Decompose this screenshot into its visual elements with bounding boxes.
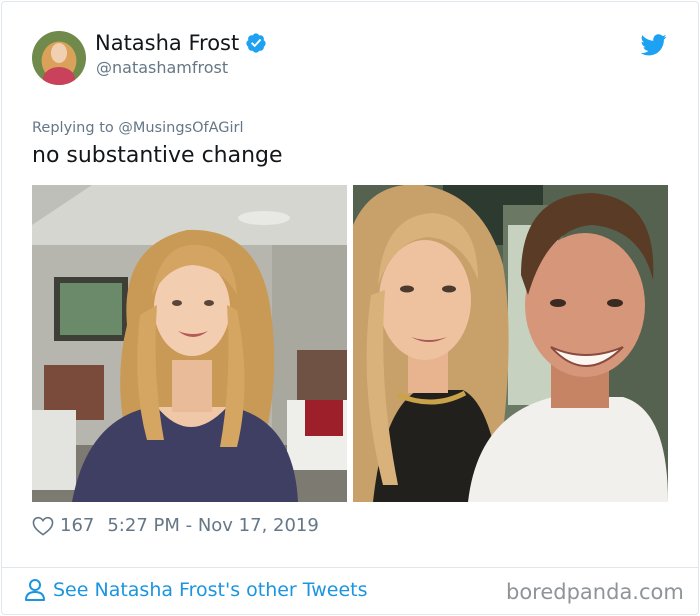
- tweet-text: no substantive change: [32, 143, 283, 168]
- tweet-timestamp[interactable]: 5:27 PM - Nov 17, 2019: [107, 515, 318, 536]
- author-name[interactable]: Natasha Frost: [95, 31, 239, 55]
- tweet-meta: 167 5:27 PM - Nov 17, 2019: [32, 515, 319, 536]
- verified-badge-icon: [246, 33, 266, 53]
- like-count[interactable]: 167: [60, 515, 94, 536]
- avatar[interactable]: [32, 31, 86, 85]
- replying-label: Replying to: [32, 120, 119, 136]
- see-other-tweets-link[interactable]: See Natasha Frost's other Tweets: [24, 578, 368, 602]
- photo-right-illustration: [353, 185, 668, 502]
- tweet-photo-left[interactable]: [32, 185, 347, 502]
- author-handle[interactable]: @natashamfrost: [96, 58, 228, 77]
- heart-icon[interactable]: [32, 516, 54, 536]
- watermark: boredpanda.com: [506, 580, 684, 604]
- author-name-row[interactable]: Natasha Frost: [95, 31, 267, 55]
- photo-left-illustration: [32, 185, 347, 502]
- person-icon: [25, 579, 45, 601]
- tweet-photo-right[interactable]: [353, 185, 668, 502]
- replying-to: Replying to @MusingsOfAGirl: [32, 120, 244, 136]
- replying-mention-link[interactable]: @MusingsOfAGirl: [118, 120, 243, 136]
- see-other-tweets-label[interactable]: See Natasha Frost's other Tweets: [53, 579, 368, 601]
- footer-divider: [1, 567, 699, 568]
- twitter-bird-icon[interactable]: [641, 34, 667, 56]
